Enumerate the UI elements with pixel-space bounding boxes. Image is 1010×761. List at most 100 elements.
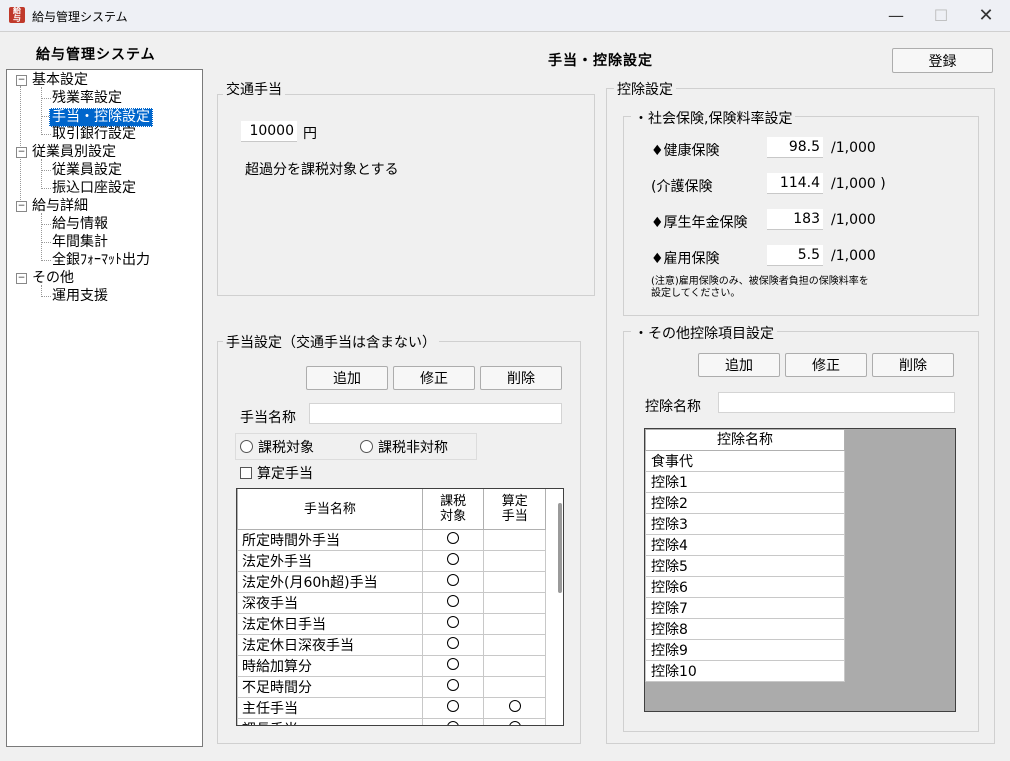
allowance-name-cell: 課長手当: [237, 718, 423, 725]
table-row[interactable]: 控除2: [645, 492, 845, 514]
app-heading: 給与管理システム: [36, 47, 156, 63]
deduction-name-cell: 控除6: [645, 576, 845, 598]
table-row[interactable]: 控除10: [645, 660, 845, 682]
app-icon: 給与: [9, 7, 25, 23]
table-row[interactable]: 不足時間分: [237, 676, 546, 698]
circle-mark-icon: [447, 658, 460, 670]
close-button[interactable]: ✕: [963, 0, 1009, 31]
table-row[interactable]: 主任手当: [237, 697, 546, 719]
circle-mark-icon: [447, 532, 460, 544]
insurance-rate-legend: ・社会保険,保険料率設定: [631, 108, 796, 128]
collapse-icon[interactable]: −: [16, 147, 27, 158]
taxable-cell: [421, 634, 485, 656]
allowance-name-label: 手当名称: [240, 410, 296, 426]
tree-item-employee-settings[interactable]: 従業員設定: [52, 162, 122, 179]
tree-item-bank-settings[interactable]: 取引銀行設定: [52, 126, 136, 143]
calc-allowance-checkbox[interactable]: 算定手当: [240, 463, 313, 483]
table-row[interactable]: 控除6: [645, 576, 845, 598]
nontaxable-radio[interactable]: 課税非対称: [360, 437, 448, 457]
table-row[interactable]: 所定時間外手当: [237, 529, 546, 551]
table-row[interactable]: 課長手当: [237, 718, 546, 725]
allowance-name-cell: 不足時間分: [237, 676, 423, 698]
allowance-delete-button[interactable]: 削除: [480, 366, 562, 390]
collapse-icon[interactable]: −: [16, 75, 27, 86]
deduction-name-cell: 控除7: [645, 597, 845, 619]
tree-item-overtime-rate[interactable]: 残業率設定: [52, 90, 122, 107]
table-row[interactable]: 控除5: [645, 555, 845, 577]
commute-amount-input[interactable]: [241, 121, 297, 142]
calc-cell: [483, 571, 546, 593]
table-row[interactable]: 控除8: [645, 618, 845, 640]
table-row[interactable]: 法定外手当: [237, 550, 546, 572]
table-row[interactable]: 控除7: [645, 597, 845, 619]
tree-item-transfer-account[interactable]: 振込口座設定: [52, 180, 136, 197]
register-button[interactable]: 登録: [892, 48, 993, 73]
deduction-name-cell: 控除1: [645, 471, 845, 493]
deduction-add-button[interactable]: 追加: [698, 353, 780, 377]
tree-item-employee-settings-group[interactable]: 従業員別設定: [32, 144, 116, 161]
deduction-name-label: 控除名称: [645, 399, 701, 415]
tree-item-annual-summary[interactable]: 年間集計: [52, 234, 108, 251]
tree-item-payroll-details[interactable]: 給与詳細: [32, 198, 88, 215]
table-row[interactable]: 法定外(月60h超)手当: [237, 571, 546, 593]
allowance-table-scrollbar[interactable]: [558, 503, 562, 593]
allowance-name-input[interactable]: [309, 403, 562, 424]
deduction-name-input[interactable]: [718, 392, 955, 413]
calc-cell: [483, 655, 546, 677]
calc-cell: [483, 676, 546, 698]
column-header-taxable: 課税 対象: [421, 489, 485, 530]
nursing-insurance-label: (介護保険: [651, 179, 713, 195]
allowance-name-cell: 深夜手当: [237, 592, 423, 614]
tree-item-operation-support[interactable]: 運用支援: [52, 288, 108, 305]
allowance-settings-legend: 手当設定（交通手当は含まない）: [223, 332, 439, 352]
close-icon: ✕: [978, 5, 994, 26]
insurance-note-line1: (注意)雇用保険のみ、被保険者負担の保険料率を: [651, 276, 869, 287]
employment-insurance-rate-input[interactable]: [767, 245, 823, 266]
table-row[interactable]: 時給加算分: [237, 655, 546, 677]
health-insurance-rate-input[interactable]: [767, 137, 823, 158]
tree-connector: [41, 188, 51, 189]
deduction-name-cell: 控除9: [645, 639, 845, 661]
taxable-cell: [421, 592, 485, 614]
allowance-name-cell: 法定外(月60h超)手当: [237, 571, 423, 593]
collapse-icon[interactable]: −: [16, 201, 27, 212]
tree-item-other[interactable]: その他: [32, 270, 74, 287]
nursing-insurance-unit: /1,000 ): [831, 176, 886, 192]
table-row[interactable]: 控除3: [645, 513, 845, 535]
navigation-tree[interactable]: − 基本設定 残業率設定 手当・控除設定 取引銀行設定 − 従業員別設定 従業員…: [6, 69, 203, 747]
taxable-cell: [421, 718, 485, 725]
tree-item-basic-settings[interactable]: 基本設定: [32, 72, 88, 89]
table-row[interactable]: 控除1: [645, 471, 845, 493]
tree-connector: [41, 98, 51, 99]
circle-mark-icon: [447, 616, 460, 628]
table-row[interactable]: 法定休日手当: [237, 613, 546, 635]
calc-cell: [483, 592, 546, 614]
insurance-note-line2: 設定してください。: [651, 288, 741, 299]
column-header-calc: 算定 手当: [483, 489, 546, 530]
allowance-edit-button[interactable]: 修正: [393, 366, 475, 390]
circle-mark-icon: [447, 553, 460, 565]
maximize-button[interactable]: ☐: [918, 0, 964, 31]
allowance-name-cell: 法定休日深夜手当: [237, 634, 423, 656]
tree-item-zengin-export[interactable]: 全銀ﾌｫｰﾏｯﾄ出力: [52, 252, 150, 269]
table-row[interactable]: 深夜手当: [237, 592, 546, 614]
allowance-table[interactable]: 手当名称 課税 対象 算定 手当 所定時間外手当 法定外手当 法定外(月60h超)手…: [236, 488, 564, 726]
circle-mark-icon: [447, 700, 460, 712]
minimize-button[interactable]: —: [873, 0, 919, 31]
tree-item-payroll-info[interactable]: 給与情報: [52, 216, 108, 233]
deduction-delete-button[interactable]: 削除: [872, 353, 954, 377]
tree-item-allowance-deduction[interactable]: 手当・控除設定: [49, 108, 153, 127]
nursing-insurance-rate-input[interactable]: [767, 173, 823, 194]
commute-allowance-legend: 交通手当: [223, 79, 285, 99]
table-row[interactable]: 控除4: [645, 534, 845, 556]
deduction-table[interactable]: 控除名称 食事代 控除1 控除2 控除3 控除4 控除5 控除6 控除7 控除8 控除9 控除10: [644, 428, 956, 712]
tree-connector: [41, 170, 51, 171]
pension-insurance-rate-input[interactable]: [767, 209, 823, 230]
table-row[interactable]: 食事代: [645, 450, 845, 472]
table-row[interactable]: 法定休日深夜手当: [237, 634, 546, 656]
table-row[interactable]: 控除9: [645, 639, 845, 661]
allowance-add-button[interactable]: 追加: [306, 366, 388, 390]
taxable-radio[interactable]: 課税対象: [240, 437, 314, 457]
collapse-icon[interactable]: −: [16, 273, 27, 284]
deduction-edit-button[interactable]: 修正: [785, 353, 867, 377]
